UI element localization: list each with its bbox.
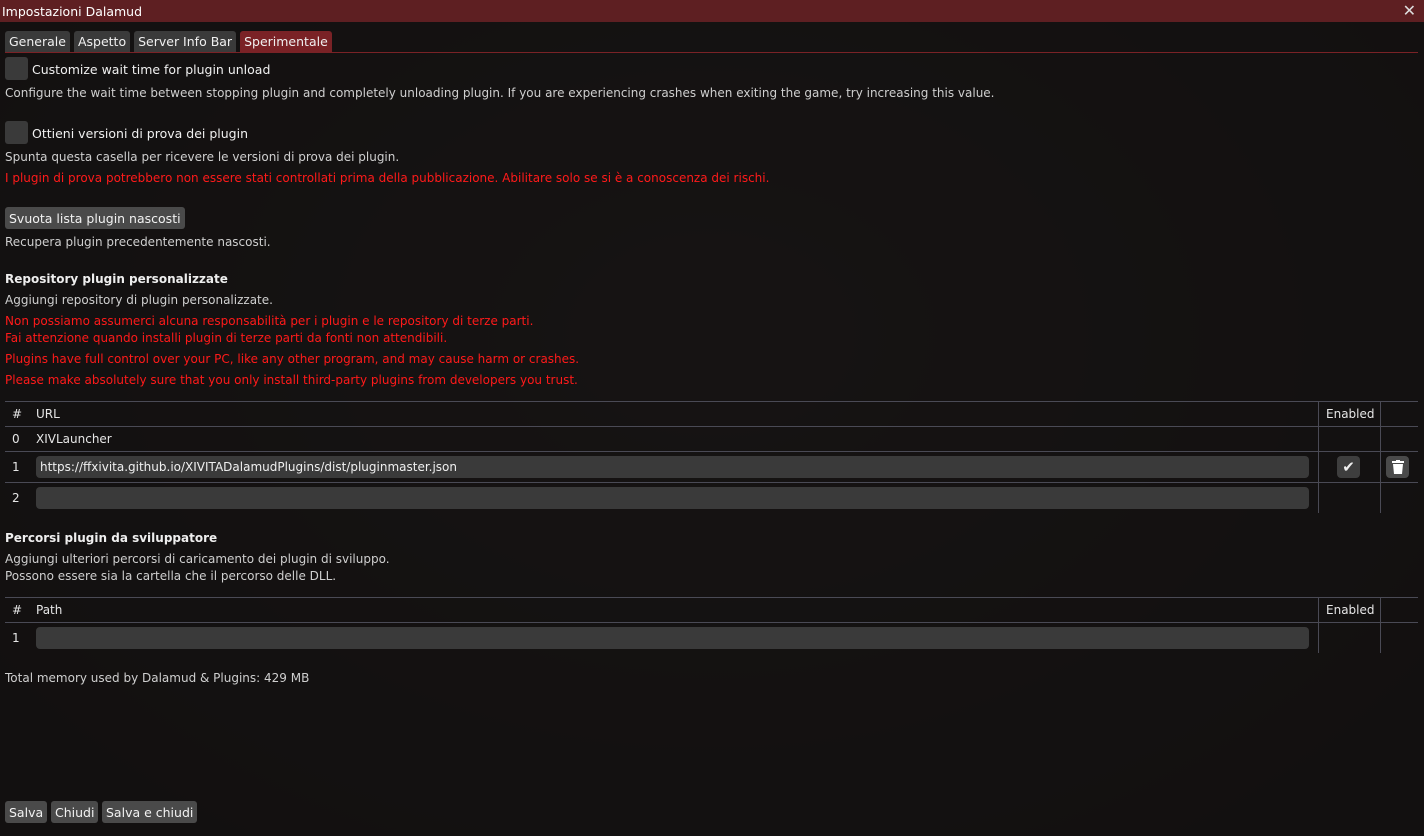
col-num: # xyxy=(12,407,23,421)
window-title: Impostazioni Dalamud xyxy=(2,3,143,19)
delete-button[interactable] xyxy=(1386,456,1409,478)
repo-url-input[interactable]: https://ffxivita.github.io/XIVITADalamud… xyxy=(36,456,1309,478)
table-header: # Path Enabled xyxy=(5,598,1418,623)
repos-warning: Fai attenzione quando installi plugin di… xyxy=(5,331,448,345)
enabled-checkbox[interactable]: ✔ xyxy=(1337,456,1360,478)
tab-sperimentale[interactable]: Sperimentale xyxy=(240,31,332,52)
tab-bar: Generale Aspetto Server Info Bar Sperime… xyxy=(5,31,332,52)
tab-server-info-bar[interactable]: Server Info Bar xyxy=(134,31,237,52)
table-row: 1 xyxy=(5,623,1418,653)
memory-usage: Total memory used by Dalamud & Plugins: … xyxy=(5,671,310,685)
wait-time-description: Configure the wait time between stopping… xyxy=(5,86,995,100)
dev-path-input[interactable] xyxy=(36,627,1309,649)
table-header: # URL Enabled xyxy=(5,402,1418,427)
devpaths-heading: Percorsi plugin da sviluppatore xyxy=(5,531,218,545)
tab-divider xyxy=(5,52,1418,53)
table-row: 0 XIVLauncher xyxy=(5,427,1418,452)
col-url: URL xyxy=(36,407,60,421)
repos-warning: Plugins have full control over your PC, … xyxy=(5,352,580,366)
repos-warning: Please make absolutely sure that you onl… xyxy=(5,373,578,387)
row-num: 0 xyxy=(12,432,20,446)
save-button[interactable]: Salva xyxy=(5,801,48,823)
wait-time-label: Customize wait time for plugin unload xyxy=(32,62,271,77)
testing-warning: I plugin di prova potrebbero non essere … xyxy=(5,171,770,185)
row-num: 2 xyxy=(12,491,20,505)
devpaths-description: Possono essere sia la cartella che il pe… xyxy=(5,569,337,583)
testing-label: Ottieni versioni di prova dei plugin xyxy=(32,126,248,141)
col-num: # xyxy=(12,603,23,617)
new-repo-url-input[interactable] xyxy=(36,487,1309,509)
checkmark-icon: ✔ xyxy=(1342,458,1355,476)
repos-heading: Repository plugin personalizzate xyxy=(5,272,228,286)
testing-checkbox[interactable] xyxy=(5,121,28,144)
wait-time-checkbox[interactable] xyxy=(5,57,28,80)
col-path: Path xyxy=(36,603,63,617)
repos-warning: Non possiamo assumerci alcuna responsabi… xyxy=(5,314,534,328)
row-num: 1 xyxy=(12,460,20,474)
close-icon[interactable]: ✕ xyxy=(1403,1,1416,20)
testing-description: Spunta questa casella per ricevere le ve… xyxy=(5,150,400,164)
title-bar[interactable]: Impostazioni Dalamud ✕ xyxy=(0,0,1424,22)
hidden-description: Recupera plugin precedentemente nascosti… xyxy=(5,235,271,249)
table-row: 2 xyxy=(5,483,1418,513)
trash-icon xyxy=(1391,460,1404,474)
repo-url: XIVLauncher xyxy=(36,432,112,446)
settings-window: Impostazioni Dalamud ✕ Generale Aspetto … xyxy=(0,0,1424,836)
close-button[interactable]: Chiudi xyxy=(51,801,99,823)
save-and-close-button[interactable]: Salva e chiudi xyxy=(102,801,198,823)
tab-aspetto[interactable]: Aspetto xyxy=(73,31,131,52)
row-num: 1 xyxy=(12,631,20,645)
tab-generale[interactable]: Generale xyxy=(5,31,70,52)
col-enabled: Enabled xyxy=(1326,407,1375,421)
clear-hidden-button[interactable]: Svuota lista plugin nascosti xyxy=(5,207,185,229)
col-enabled: Enabled xyxy=(1326,603,1375,617)
table-row: 1 https://ffxivita.github.io/XIVITADalam… xyxy=(5,452,1418,483)
repos-description: Aggiungi repository di plugin personaliz… xyxy=(5,293,273,307)
repos-table: # URL Enabled 0 XIVLauncher 1 https://ff… xyxy=(5,401,1418,513)
devpaths-description: Aggiungi ulteriori percorsi di caricamen… xyxy=(5,552,390,566)
devpaths-table: # Path Enabled 1 xyxy=(5,597,1418,653)
